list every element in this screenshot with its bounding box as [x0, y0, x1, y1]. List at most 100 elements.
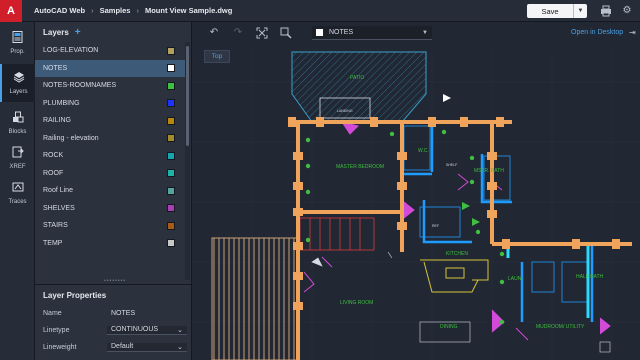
layer-color-swatch[interactable]	[167, 81, 175, 90]
layer-color-swatch[interactable]	[167, 116, 175, 125]
lineweight-dropdown[interactable]: Default ⌄	[107, 343, 187, 352]
layer-name: STAIRS	[43, 222, 68, 230]
layers-panel: Layers + LOG-ELEVATION NOTES NOTES-ROOMN…	[35, 22, 192, 360]
current-layer-dropdown[interactable]: NOTES ▼	[312, 26, 432, 40]
chevron-down-icon[interactable]: ▼	[573, 4, 587, 18]
chevron-down-icon: ⌄	[177, 327, 183, 334]
zoom-window-icon[interactable]	[280, 27, 292, 39]
redo-icon[interactable]: ↷	[232, 27, 244, 39]
layer-color-swatch[interactable]	[167, 134, 175, 143]
rail-xref-label: XREF	[9, 164, 26, 170]
chevron-right-icon: ›	[136, 6, 139, 15]
lineweight-value: Default	[111, 343, 134, 350]
top-bar: A AutoCAD Web › Samples › Mount View Sam…	[0, 0, 640, 22]
gear-icon[interactable]: ⚙	[621, 5, 633, 17]
drawing-canvas[interactable]: PATIO LANDING W.C. SHELF MASTER BEDROOM …	[192, 22, 640, 360]
layer-color-swatch[interactable]	[167, 151, 175, 160]
room-label-wc: W.C.	[418, 148, 429, 154]
printer-icon[interactable]	[600, 5, 612, 17]
view-label-top[interactable]: Top	[204, 50, 230, 63]
lp-name-row: Name NOTES	[35, 305, 192, 322]
layer-color-swatch[interactable]	[167, 64, 175, 73]
current-layer-swatch	[316, 29, 323, 36]
lp-lineweight-label: Lineweight	[43, 344, 77, 351]
layer-name: ROCK	[43, 152, 64, 160]
rail-layers[interactable]: Layers	[0, 64, 35, 102]
layer-row-temp[interactable]: TEMP	[35, 235, 185, 253]
save-group: Save ▼	[527, 4, 587, 18]
autocad-logo-icon[interactable]: A	[0, 0, 22, 22]
layer-row-rock[interactable]: ROCK	[35, 147, 185, 165]
layer-properties: Layer Properties Name NOTES Linetype CON…	[35, 284, 192, 360]
linetype-dropdown[interactable]: CONTINUOUS ⌄	[107, 326, 187, 335]
plus-icon[interactable]: +	[75, 27, 81, 38]
undo-icon[interactable]: ↶	[208, 27, 220, 39]
rail-blocks[interactable]: Blocks	[0, 104, 35, 142]
floor-plan-drawing[interactable]: PATIO LANDING W.C. SHELF MASTER BEDROOM …	[192, 22, 640, 360]
layer-color-swatch[interactable]	[167, 169, 175, 178]
properties-icon	[12, 31, 23, 46]
collapse-panel-icon[interactable]: ⇥	[629, 28, 636, 37]
save-button[interactable]: Save	[527, 4, 573, 18]
open-in-desktop-link[interactable]: Open in Desktop	[571, 29, 623, 36]
layer-name: PLUMBING	[43, 99, 80, 107]
layer-name: Roof Line	[43, 187, 73, 195]
rail-layers-label: Layers	[9, 89, 28, 95]
layer-name: TEMP	[43, 239, 63, 247]
layer-row-shelves[interactable]: SHELVES	[35, 200, 185, 218]
zoom-extents-icon[interactable]	[256, 27, 268, 39]
left-rail: Prop. Layers Blocks XREF Traces	[0, 22, 35, 360]
layer-row-plumbing[interactable]: PLUMBING	[35, 95, 185, 113]
room-label-mudroom: MUDROOM/ UTILITY	[536, 324, 585, 330]
room-label-master-bath: MSTR. BATH	[474, 168, 504, 174]
room-label-kitchen: KITCHEN	[446, 251, 468, 257]
resize-grip-icon[interactable]: ••••••••	[95, 279, 135, 284]
lp-linetype-label: Linetype	[43, 327, 70, 334]
room-label-shelf: SHELF	[446, 163, 457, 167]
layer-row-railing[interactable]: RAILING	[35, 112, 185, 130]
room-label-living-room: LIVING ROOM	[340, 300, 373, 306]
rail-xref[interactable]: XREF	[0, 139, 35, 177]
layer-color-swatch[interactable]	[167, 204, 175, 213]
layer-row-roof[interactable]: ROOF	[35, 165, 185, 183]
layer-color-swatch[interactable]	[167, 99, 175, 108]
room-label-half-bath: HALF BATH	[576, 274, 604, 280]
layers-panel-header: Layers +	[35, 22, 191, 42]
rail-traces[interactable]: Traces	[0, 174, 35, 212]
layer-row-railing-elevation[interactable]: Railing - elevation	[35, 130, 185, 148]
chevron-down-icon: ⌄	[177, 344, 183, 351]
layer-row-log-elevation[interactable]: LOG-ELEVATION	[35, 42, 185, 60]
linetype-value: CONTINUOUS	[111, 326, 159, 333]
layer-color-swatch[interactable]	[167, 239, 175, 248]
layer-name: NOTES-ROOMNAMES	[43, 82, 117, 90]
breadcrumb-app[interactable]: AutoCAD Web	[34, 6, 85, 15]
layer-color-swatch[interactable]	[167, 46, 175, 55]
layer-color-swatch[interactable]	[167, 221, 175, 230]
breadcrumb-folder[interactable]: Samples	[100, 6, 131, 15]
room-label-dining: DINING	[440, 324, 458, 330]
layer-list: LOG-ELEVATION NOTES NOTES-ROOMNAMES PLUM…	[35, 42, 185, 252]
lp-name-label: Name	[43, 310, 62, 317]
room-label-master-bedroom: MASTER BEDROOM	[336, 164, 384, 170]
lp-name-value: NOTES	[111, 310, 136, 317]
chevron-right-icon: ›	[91, 6, 94, 15]
current-layer-name: NOTES	[329, 29, 354, 36]
rail-properties[interactable]: Prop.	[0, 24, 35, 62]
layer-color-swatch[interactable]	[167, 186, 175, 195]
xref-icon	[12, 146, 24, 161]
layer-row-notes[interactable]: NOTES	[35, 59, 185, 77]
room-label-laundry: LAUN.	[508, 276, 523, 282]
layer-name: LOG-ELEVATION	[43, 47, 99, 55]
layer-list-scroll-thumb[interactable]	[186, 46, 189, 146]
breadcrumb-file: Mount View Sample.dwg	[144, 6, 233, 15]
layer-row-notes-roomnames[interactable]: NOTES-ROOMNAMES	[35, 77, 185, 95]
layer-row-roof-line[interactable]: Roof Line	[35, 182, 185, 200]
layers-icon	[13, 71, 25, 86]
room-label-patio: PATIO	[350, 75, 364, 81]
blocks-icon	[12, 111, 24, 126]
rail-traces-label: Traces	[8, 199, 27, 205]
canvas-toolbar: ↶ ↷ NOTES ▼ Open in Desktop ⇥	[192, 22, 640, 44]
layer-row-stairs[interactable]: STAIRS	[35, 217, 185, 235]
layer-name: NOTES	[43, 64, 68, 72]
traces-icon	[12, 181, 24, 196]
